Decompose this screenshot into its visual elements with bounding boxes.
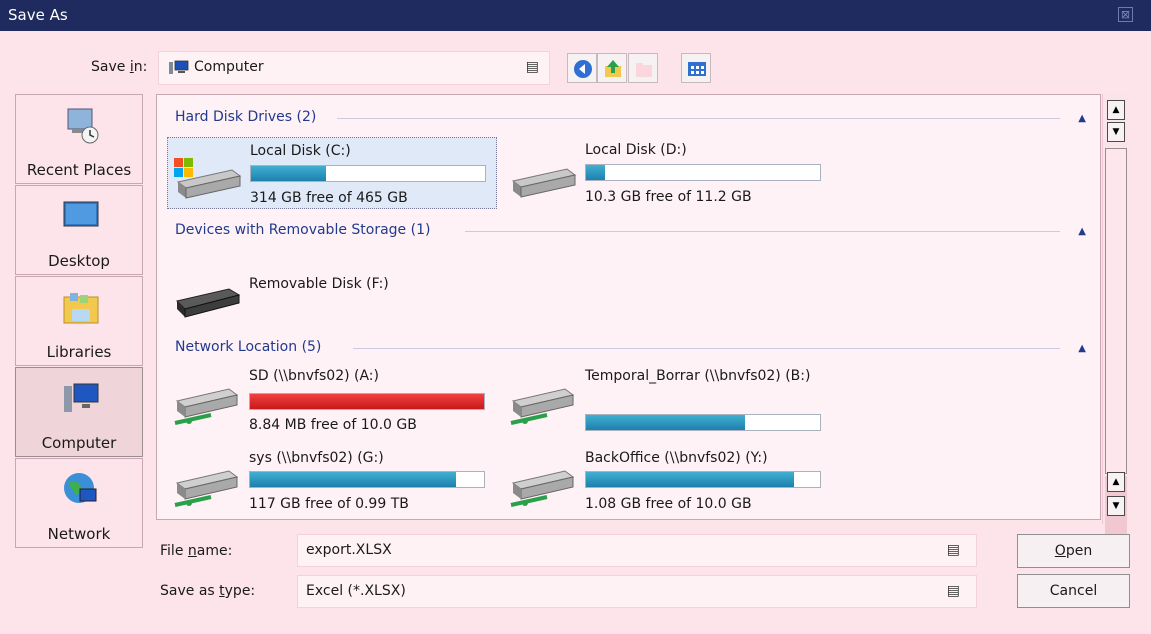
views-menu-icon [688, 62, 706, 76]
drive-local-disk-d[interactable]: Local Disk (D:) 10.3 GB free of 11.2 GB [503, 137, 833, 209]
save-as-type-combo[interactable]: Excel (*.XLSX) ▤ [297, 575, 977, 608]
drive-usage-bar [250, 165, 486, 182]
desktop-icon [63, 201, 99, 227]
drive-usage-bar [585, 414, 821, 431]
close-icon[interactable]: ⊠ [1118, 7, 1133, 22]
place-label: Desktop [48, 252, 110, 270]
file-name-value[interactable]: export.XLSX [306, 542, 392, 558]
open-button[interactable]: Open [1017, 534, 1130, 568]
drive-free-space: 314 GB free of 465 GB [250, 190, 408, 206]
cancel-button[interactable]: Cancel [1017, 574, 1130, 608]
scroll-up-arrow-icon[interactable]: ▲ [1107, 100, 1125, 120]
dropdown-arrow-icon[interactable]: ▤ [947, 542, 960, 558]
group-divider [353, 348, 1060, 349]
drive-name: Local Disk (D:) [585, 142, 687, 158]
place-label: Computer [41, 434, 117, 452]
hard-disk-icon [511, 168, 577, 198]
save-as-type-label: Save as type: [160, 583, 256, 599]
places-bar: Recent Places Desktop Libraries Computer [15, 94, 143, 548]
drive-name: BackOffice (\\bnvfs02) (Y:) [585, 450, 768, 466]
scroll-down-arrow-icon[interactable]: ▼ [1107, 496, 1125, 516]
group-header-network-location[interactable]: Network Location (5) [175, 339, 321, 355]
save-as-type-value: Excel (*.XLSX) [306, 583, 406, 599]
views-menu-button[interactable] [681, 53, 711, 83]
chevron-up-icon[interactable]: ▲ [1078, 226, 1086, 237]
drive-usage-fill [586, 415, 746, 430]
group-divider [465, 231, 1060, 232]
place-label: Libraries [46, 343, 112, 361]
place-libraries[interactable]: Libraries [15, 276, 143, 366]
network-drive-icon [174, 470, 239, 507]
back-button[interactable] [567, 53, 597, 83]
network-drive-icon [510, 470, 575, 507]
drive-free-space: 117 GB free of 0.99 TB [249, 496, 409, 512]
drive-free-space: 8.84 MB free of 10.0 GB [249, 417, 417, 433]
place-network[interactable]: Network [15, 458, 143, 548]
place-computer[interactable]: Computer [15, 367, 143, 457]
drive-usage-fill [586, 472, 795, 487]
drive-usage-bar [585, 164, 821, 181]
network-drive-icon [510, 388, 575, 425]
computer-icon [64, 383, 99, 412]
new-folder-button[interactable] [628, 53, 658, 83]
drive-usage-fill [251, 166, 326, 181]
place-recent-places[interactable]: Recent Places [15, 94, 143, 184]
save-in-combo[interactable]: Computer ▤ [158, 51, 550, 85]
drive-usage-bar [249, 471, 485, 488]
back-arrow-icon [574, 60, 592, 78]
window-title: Save As [8, 6, 68, 24]
file-name-label: File name: [160, 543, 233, 559]
drive-usage-bar [249, 393, 485, 410]
drive-network-sys-g[interactable]: sys (\\bnvfs02) (G:) 117 GB free of 0.99… [167, 445, 497, 517]
chevron-up-icon[interactable]: ▲ [1078, 113, 1086, 124]
title-bar: Save As ⊠ [0, 0, 1151, 31]
chevron-up-icon[interactable]: ▲ [1078, 343, 1086, 354]
save-in-value: Computer [194, 59, 264, 75]
drive-name: Temporal_Borrar (\\bnvfs02) (B:) [585, 368, 811, 384]
network-drive-icon [174, 388, 239, 425]
drive-free-space: 1.08 GB free of 10.0 GB [585, 496, 752, 512]
scrollbar-thumb[interactable] [1105, 148, 1127, 474]
drive-network-temporal-borrar-b[interactable]: Temporal_Borrar (\\bnvfs02) (B:) [503, 363, 833, 439]
scroll-up-arrow-icon[interactable]: ▲ [1107, 472, 1125, 492]
up-folder-icon [605, 60, 621, 77]
drive-name: SD (\\bnvfs02) (A:) [249, 368, 379, 384]
place-label: Recent Places [26, 161, 132, 179]
save-in-label: Save in: [91, 59, 148, 75]
removable-disk-icon [176, 288, 241, 318]
drive-usage-fill [250, 472, 456, 487]
libraries-icon [63, 293, 99, 324]
drive-local-disk-c[interactable]: Local Disk (C:) 314 GB free of 465 GB [167, 137, 497, 209]
up-folder-button[interactable] [597, 53, 627, 83]
drive-usage-bar [585, 471, 821, 488]
drive-network-sd-a[interactable]: SD (\\bnvfs02) (A:) 8.84 MB free of 10.0… [167, 363, 497, 435]
scroll-down-arrow-icon[interactable]: ▼ [1107, 122, 1125, 142]
new-folder-icon [636, 63, 652, 77]
computer-item-list[interactable]: Hard Disk Drives (2) ▲ Local Disk (C:) 3… [156, 94, 1101, 520]
dropdown-arrow-icon[interactable]: ▤ [947, 583, 960, 599]
file-name-combo[interactable]: export.XLSX ▤ [297, 534, 977, 567]
dropdown-arrow-icon[interactable]: ▤ [526, 59, 539, 75]
vertical-scrollbar[interactable]: ▲ ▼ ▲ ▼ [1102, 94, 1128, 556]
drive-usage-fill [250, 394, 484, 409]
drive-name: Local Disk (C:) [250, 143, 351, 159]
group-header-hard-disk-drives[interactable]: Hard Disk Drives (2) [175, 109, 316, 125]
place-desktop[interactable]: Desktop [15, 185, 143, 275]
group-divider [337, 118, 1060, 119]
place-label: Network [47, 525, 111, 543]
drive-name: Removable Disk (F:) [249, 276, 389, 292]
drive-name: sys (\\bnvfs02) (G:) [249, 450, 384, 466]
drive-removable-disk-f[interactable]: Removable Disk (F:) [167, 271, 497, 343]
hard-disk-windows-icon [174, 158, 242, 199]
drive-network-backoffice-y[interactable]: BackOffice (\\bnvfs02) (Y:) 1.08 GB free… [503, 445, 833, 517]
network-icon [64, 473, 97, 503]
computer-icon [169, 60, 189, 74]
drive-usage-fill [586, 165, 605, 180]
drive-free-space: 10.3 GB free of 11.2 GB [585, 189, 752, 205]
recent-places-icon [67, 108, 99, 144]
group-header-removable-storage[interactable]: Devices with Removable Storage (1) [175, 222, 430, 238]
